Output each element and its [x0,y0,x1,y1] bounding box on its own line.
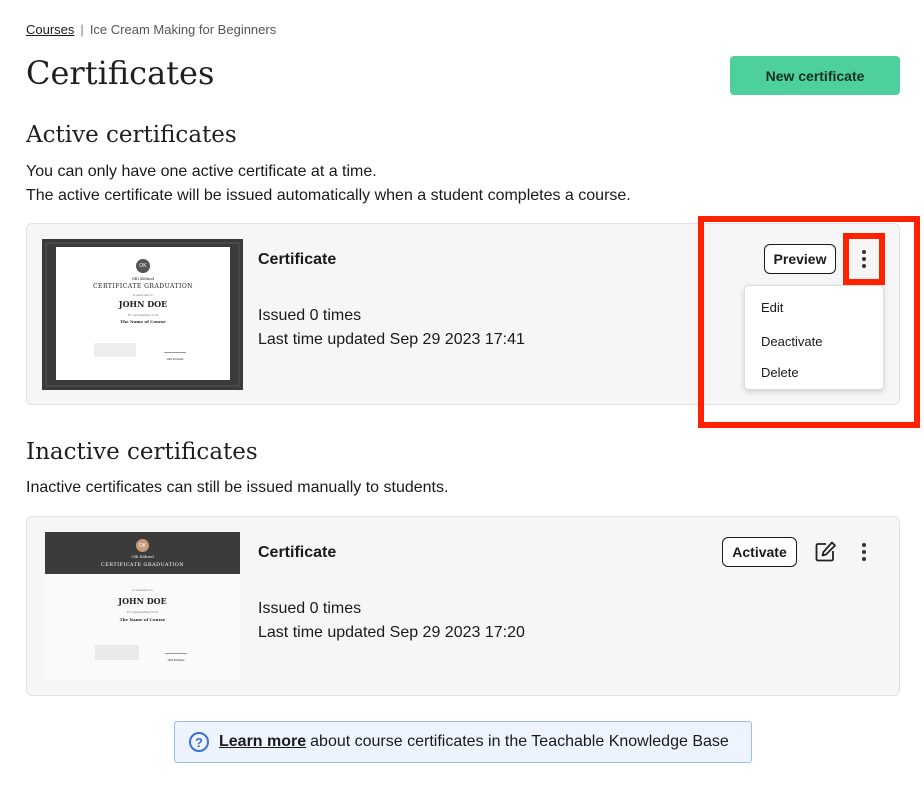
more-options-icon-inactive[interactable] [849,537,879,567]
thumb-student: JOHN DOE [118,299,168,309]
active-desc-line2: The active certificate will be issued au… [26,187,631,204]
thumb-awarded: is awarded to [132,293,154,297]
thumb2-school-box [95,645,139,660]
inactive-certificate-name: Certificate [258,544,337,561]
inactive-desc: Inactive certificates can still be issue… [26,479,449,496]
thumb2-school: Olli Köhnel [131,554,154,559]
edit-icon[interactable] [812,539,838,565]
thumb-school: Olli Köhnel [131,276,155,281]
thumb2-for: For graduating from [126,610,159,614]
thumb2-course: The Name of Course [119,617,166,622]
thumb-for: For graduating from [127,313,159,317]
breadcrumb-course: Ice Cream Making for Beginners [89,22,277,37]
thumb2-logo: OK [136,539,149,552]
activate-button[interactable]: Activate [722,537,797,567]
learn-more-text: about course certificates in the Teachab… [310,733,729,750]
inactive-certificates-title: Inactive certificates [26,439,258,465]
page-title: Certificates [26,54,215,92]
highlight-box-large [698,216,920,428]
breadcrumb-courses-link[interactable]: Courses [26,22,74,37]
thumb-signature [164,339,186,353]
active-certificates-title: Active certificates [26,122,237,148]
active-certificate-updated: Last time updated Sep 29 2023 17:41 [258,331,525,348]
thumb-heading: CERTIFICATE GRADUATION [92,283,194,290]
highlight-box-kebab [843,233,885,285]
thumb-signer: Olli Köhnel [166,357,184,361]
inactive-certificate-thumbnail[interactable]: OK Olli Köhnel CERTIFICATE GRADUATION is… [45,532,240,680]
inactive-certificate-issued: Issued 0 times [258,600,362,617]
thumb2-heading: CERTIFICATE GRADUATION [100,562,184,568]
active-certificate-name: Certificate [258,251,337,268]
breadcrumb: Courses | Ice Cream Making for Beginners [26,22,276,37]
active-desc-line1: You can only have one active certificate… [26,163,377,180]
inactive-certificate-updated: Last time updated Sep 29 2023 17:20 [258,624,525,641]
learn-more-link[interactable]: Learn more [219,733,306,751]
thumb2-awarded: is awarded to [132,588,153,592]
inactive-certificate-card: OK Olli Köhnel CERTIFICATE GRADUATION is… [26,516,900,696]
thumb-logo: OK [136,259,150,273]
breadcrumb-separator: | [80,22,84,37]
help-circle-icon: ? [189,732,209,752]
thumb2-student: JOHN DOE [118,596,167,606]
thumb-course: The Name of Course [120,319,166,324]
active-certificate-issued: Issued 0 times [258,307,362,324]
thumb2-signature [165,640,187,654]
learn-more-banner: ? Learn more about course certificates i… [174,721,752,763]
thumb-school-box [94,343,136,357]
new-certificate-button[interactable]: New certificate [730,56,900,95]
active-certificate-thumbnail[interactable]: OK Olli Köhnel CERTIFICATE GRADUATION is… [42,239,243,390]
thumb2-signer: Olli Köhnel [167,658,185,662]
